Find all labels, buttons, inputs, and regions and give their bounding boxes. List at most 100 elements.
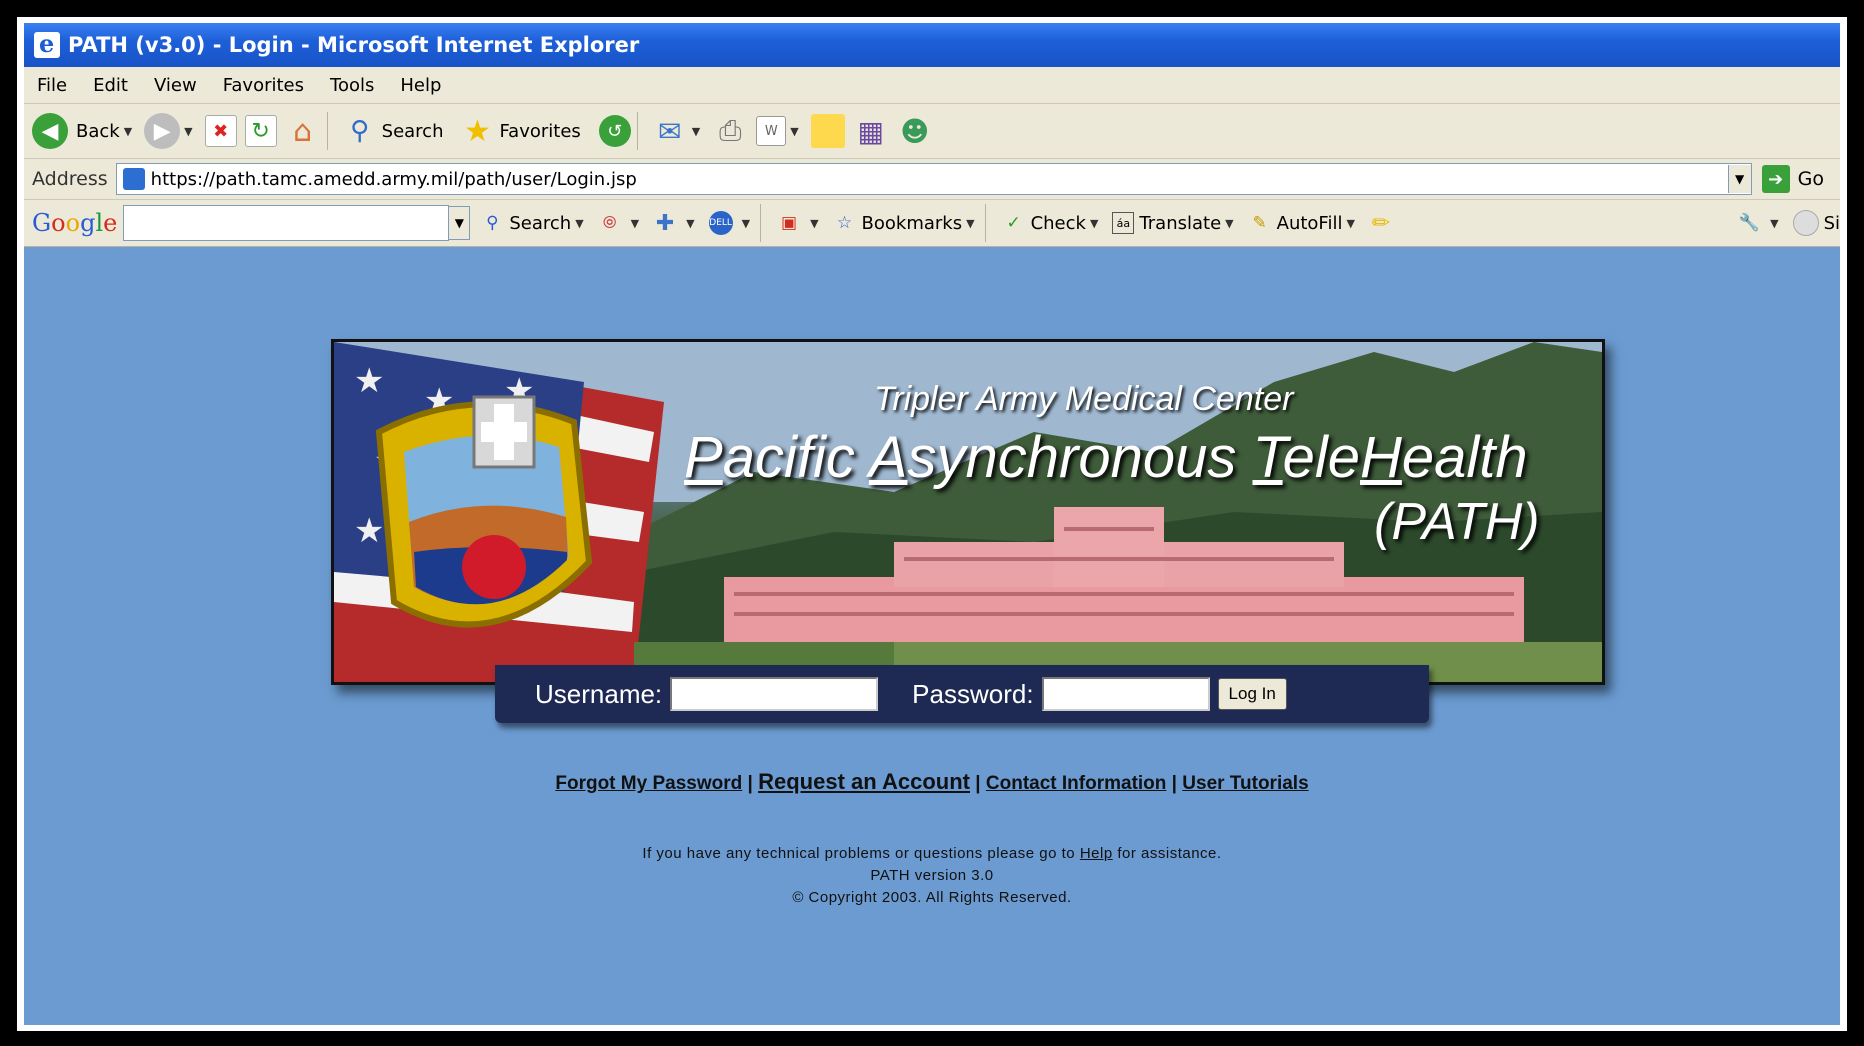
toolbar-right: 🔧 ▼ Si <box>1727 210 1840 236</box>
search-label: Search <box>381 120 444 142</box>
chevron-down-icon[interactable]: ▼ <box>686 217 694 230</box>
history-icon: ↺ <box>598 115 631 147</box>
google-search-input[interactable] <box>123 205 450 241</box>
back-arrow-icon: ◀ <box>32 113 68 149</box>
autofill-label: AutoFill <box>1276 212 1343 234</box>
version-text: PATH version 3.0 <box>870 867 994 884</box>
copyright-text: © Copyright 2003. All Rights Reserved. <box>792 889 1072 906</box>
menu-view[interactable]: View <box>141 75 210 96</box>
chevron-down-icon[interactable]: ▼ <box>1346 217 1354 230</box>
contact-information-link[interactable]: Contact Information <box>986 773 1167 794</box>
mail-button[interactable]: ✉ ▼ <box>652 109 704 153</box>
spellcheck-button[interactable]: ✓ Check ▼ <box>1002 211 1103 235</box>
toolbar-separator <box>760 204 762 242</box>
username-field[interactable] <box>670 677 879 711</box>
search-icon: ⚲ <box>350 116 370 146</box>
chevron-down-icon[interactable]: ▼ <box>184 125 192 138</box>
chevron-down-icon[interactable]: ▼ <box>810 217 818 230</box>
svg-text:★: ★ <box>354 361 384 401</box>
research-icon: ▦ <box>857 114 884 148</box>
chevron-down-icon[interactable]: ▼ <box>449 206 471 240</box>
bookmarks-button[interactable]: ☆ Bookmarks ▼ <box>833 211 979 235</box>
note-icon <box>810 114 845 148</box>
refresh-icon: ↻ <box>244 115 277 147</box>
standard-toolbar: ◀ Back ▼ ▶ ▼ ✖ ↻ ⌂ ⚲ Search ★ Favorites … <box>24 104 1840 159</box>
account-icon <box>1792 210 1819 236</box>
title-bar: PATH (v3.0) - Login - Microsoft Internet… <box>24 23 1840 67</box>
address-input[interactable]: https://path.tamc.amedd.army.mil/path/us… <box>115 163 1752 195</box>
signin-button[interactable]: Si <box>1792 210 1840 236</box>
home-button[interactable]: ⌂ <box>285 109 321 153</box>
search-button[interactable]: ⚲ Search <box>342 109 444 153</box>
go-button[interactable]: ➔ Go <box>1761 165 1824 193</box>
back-button[interactable]: ◀ Back ▼ <box>32 109 136 153</box>
password-label: Password: <box>912 678 1034 709</box>
address-bar: Address https://path.tamc.amedd.army.mil… <box>24 159 1840 200</box>
dell-button[interactable]: DELL ▼ <box>708 211 754 235</box>
google-search-icon: ⚲ <box>486 213 499 233</box>
favorites-button[interactable]: ★ Favorites <box>459 109 581 153</box>
chevron-down-icon[interactable]: ▼ <box>1727 165 1751 193</box>
ie-icon <box>34 29 60 58</box>
username-label: Username: <box>535 678 663 709</box>
menu-edit[interactable]: Edit <box>80 75 141 96</box>
request-account-link[interactable]: Request an Account <box>758 769 970 794</box>
share-icon: ▣ <box>781 213 798 233</box>
svg-text:★: ★ <box>354 511 384 551</box>
password-field[interactable] <box>1041 677 1210 711</box>
toolbar-separator <box>984 204 986 242</box>
chevron-down-icon[interactable]: ▼ <box>1770 217 1778 230</box>
add-button[interactable]: ✚ ▼ <box>653 210 698 236</box>
banner-abbreviation: (PATH) <box>1374 493 1540 551</box>
chevron-down-icon[interactable]: ▼ <box>790 125 798 138</box>
spellcheck-icon: ✓ <box>1006 213 1021 233</box>
footer-info: If you have any technical problems or qu… <box>24 843 1840 909</box>
google-logo: Google <box>32 209 118 237</box>
path-banner: ★★ ★★ ★★ ★ <box>331 339 1605 685</box>
toolbar-separator <box>636 112 638 150</box>
chevron-down-icon[interactable]: ▼ <box>124 125 132 138</box>
forgot-password-link[interactable]: Forgot My Password <box>555 773 742 794</box>
chevron-down-icon[interactable]: ▼ <box>966 217 974 230</box>
chevron-down-icon[interactable]: ▼ <box>1225 217 1233 230</box>
address-url[interactable]: https://path.tamc.amedd.army.mil/path/us… <box>151 169 637 190</box>
share-button[interactable]: ▣ ▼ <box>777 211 822 235</box>
settings-button[interactable]: 🔧 ▼ <box>1737 211 1782 235</box>
wrench-icon: 🔧 <box>1738 213 1760 233</box>
history-button[interactable]: ↺ <box>598 109 631 153</box>
highlight-button[interactable]: ✏ <box>1369 211 1398 236</box>
discuss-button[interactable] <box>810 109 845 153</box>
menu-help[interactable]: Help <box>387 75 454 96</box>
chevron-down-icon[interactable]: ▼ <box>742 217 750 230</box>
signin-label: Si <box>1823 212 1840 234</box>
edit-button[interactable]: W ▼ <box>756 109 802 153</box>
popup-blocker-button[interactable]: ⦾ ▼ <box>598 211 643 235</box>
page-content: ★★ ★★ ★★ ★ <box>24 247 1840 1025</box>
translate-button[interactable]: áa Translate ▼ <box>1112 212 1237 234</box>
menu-bar: File Edit View Favorites Tools Help <box>24 67 1840 104</box>
account-links: Forgot My Password | Request an Account … <box>24 769 1840 795</box>
favorites-label: Favorites <box>499 120 581 142</box>
menu-file[interactable]: File <box>24 75 80 96</box>
chevron-down-icon[interactable]: ▼ <box>631 217 639 230</box>
chevron-down-icon[interactable]: ▼ <box>575 217 583 230</box>
help-link[interactable]: Help <box>1080 845 1113 862</box>
menu-favorites[interactable]: Favorites <box>210 75 317 96</box>
research-button[interactable]: ▦ <box>853 109 889 153</box>
autofill-button[interactable]: ✎ AutoFill ▼ <box>1248 211 1359 235</box>
print-button[interactable]: ⎙ <box>712 109 748 153</box>
chevron-down-icon[interactable]: ▼ <box>692 125 700 138</box>
user-tutorials-link[interactable]: User Tutorials <box>1182 773 1308 794</box>
plus-icon: ✚ <box>655 210 675 236</box>
forward-arrow-icon: ▶ <box>144 113 181 149</box>
refresh-button[interactable]: ↻ <box>244 109 277 153</box>
login-form: Username: Password: Log In <box>495 665 1429 723</box>
stop-button[interactable]: ✖ <box>204 109 237 153</box>
login-button[interactable]: Log In <box>1217 678 1287 710</box>
chevron-down-icon[interactable]: ▼ <box>1090 217 1098 230</box>
messenger-button[interactable]: ☻ <box>897 109 933 153</box>
google-search-button[interactable]: ⚲ Search ▼ <box>480 211 587 235</box>
google-toolbar: Google ▼ ⚲ Search ▼ ⦾ ▼ ✚ ▼ DELL ▼ ▣ ▼ ☆… <box>24 200 1840 248</box>
forward-button[interactable]: ▶ ▼ <box>144 109 196 153</box>
menu-tools[interactable]: Tools <box>317 75 387 96</box>
